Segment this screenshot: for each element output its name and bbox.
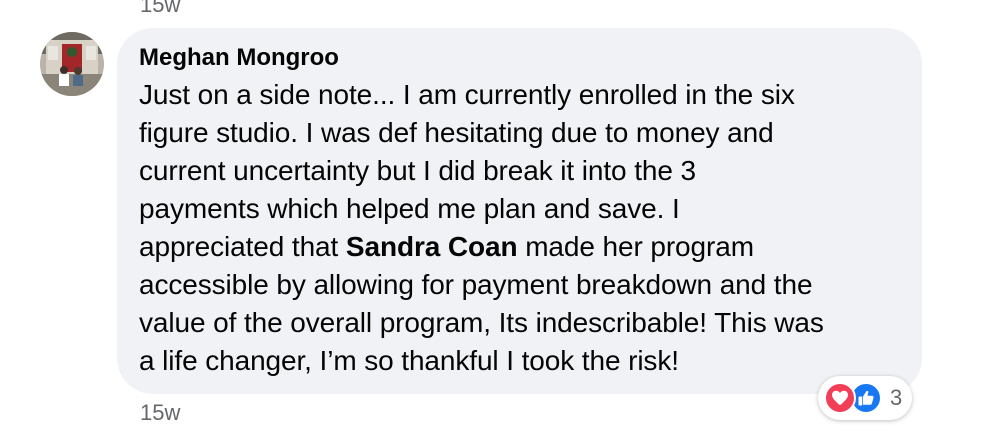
comment-thread: 15w Meghan Mongroo Just on a side note..… bbox=[0, 0, 1008, 432]
avatar-photo bbox=[40, 32, 104, 96]
comment-timestamp[interactable]: 15w bbox=[140, 400, 180, 426]
comment-author-name[interactable]: Meghan Mongroo bbox=[139, 42, 900, 74]
comment-bubble: Meghan Mongroo Just on a side note... I … bbox=[117, 28, 922, 394]
previous-comment-timestamp[interactable]: 15w bbox=[140, 0, 180, 18]
comment-text: Just on a side note... I am currently en… bbox=[139, 76, 900, 380]
love-icon bbox=[824, 382, 856, 414]
mention-link[interactable]: Sandra Coan bbox=[346, 231, 518, 262]
avatar[interactable] bbox=[40, 32, 104, 96]
reactions-summary[interactable]: 3 bbox=[818, 376, 913, 420]
reaction-count: 3 bbox=[890, 385, 903, 410]
